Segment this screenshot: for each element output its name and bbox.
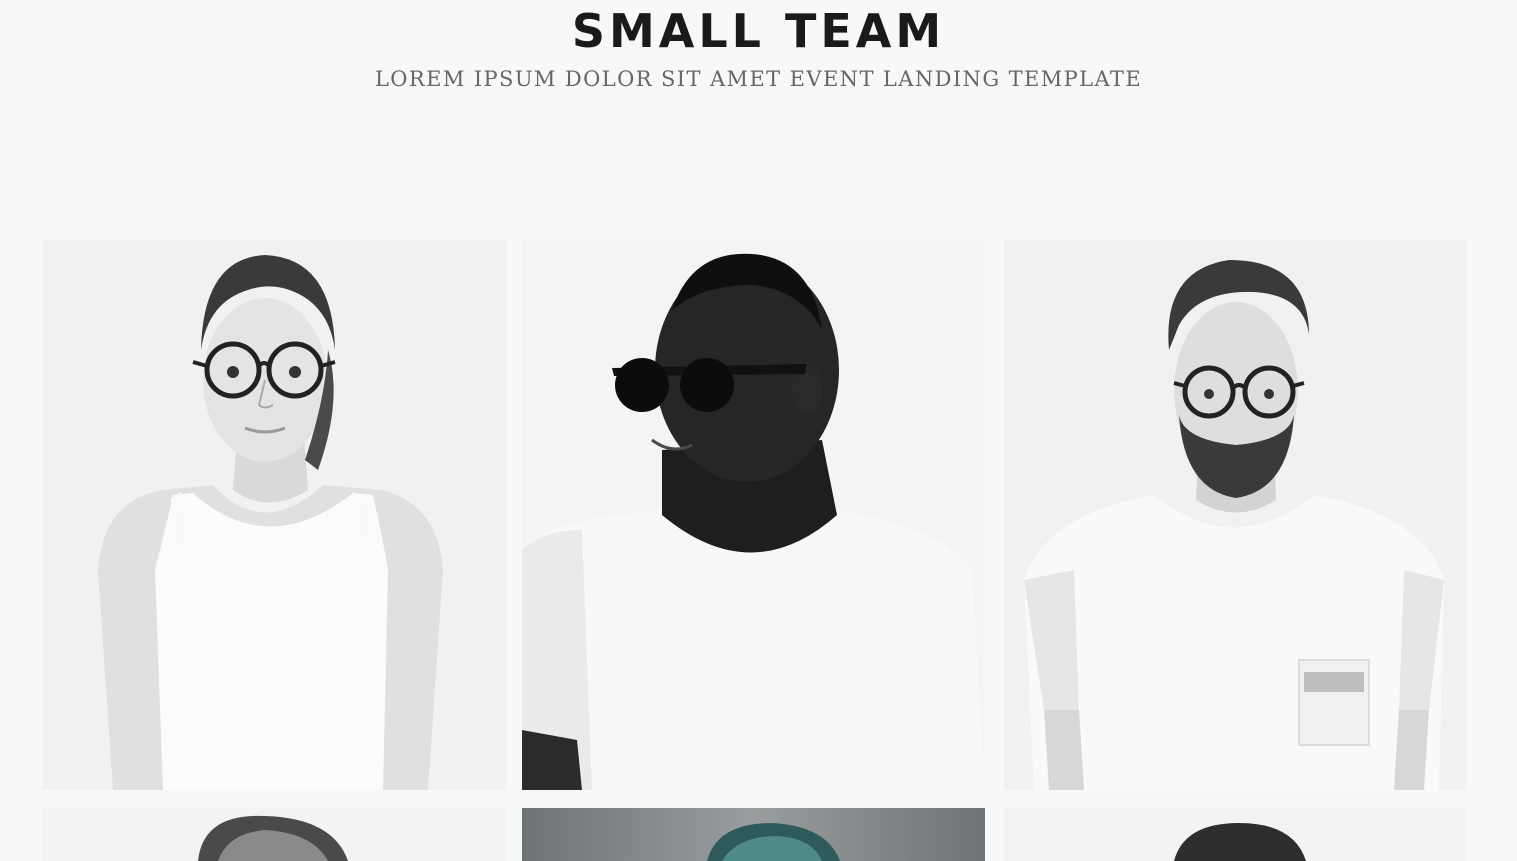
team-member-photo-3: [1004, 240, 1466, 790]
team-member-card-3[interactable]: portrait-man-beard-glasses-tshirt: [1004, 240, 1466, 790]
team-member-photo-6: [1004, 808, 1466, 861]
team-member-card-5[interactable]: portrait-partial-teal-hair-dark-bg: [522, 808, 985, 861]
team-member-photo-1: [43, 240, 506, 790]
team-member-card-2[interactable]: portrait-man-sunglasses-tshirt: [522, 240, 985, 790]
team-member-card-1[interactable]: portrait-woman-glasses-tank-top: [43, 240, 506, 790]
team-member-card-6[interactable]: portrait-partial-dark-hair: [1004, 808, 1466, 861]
team-member-photo-4: [43, 808, 506, 861]
team-member-card-4[interactable]: portrait-partial-top-hair: [43, 808, 506, 861]
section-title: SMALL TEAM: [571, 4, 946, 58]
team-member-photo-5: [522, 808, 985, 861]
team-member-photo-2: [522, 240, 985, 790]
section-subtitle: LOREM IPSUM DOLOR SIT AMET EVENT LANDING…: [374, 67, 1143, 91]
